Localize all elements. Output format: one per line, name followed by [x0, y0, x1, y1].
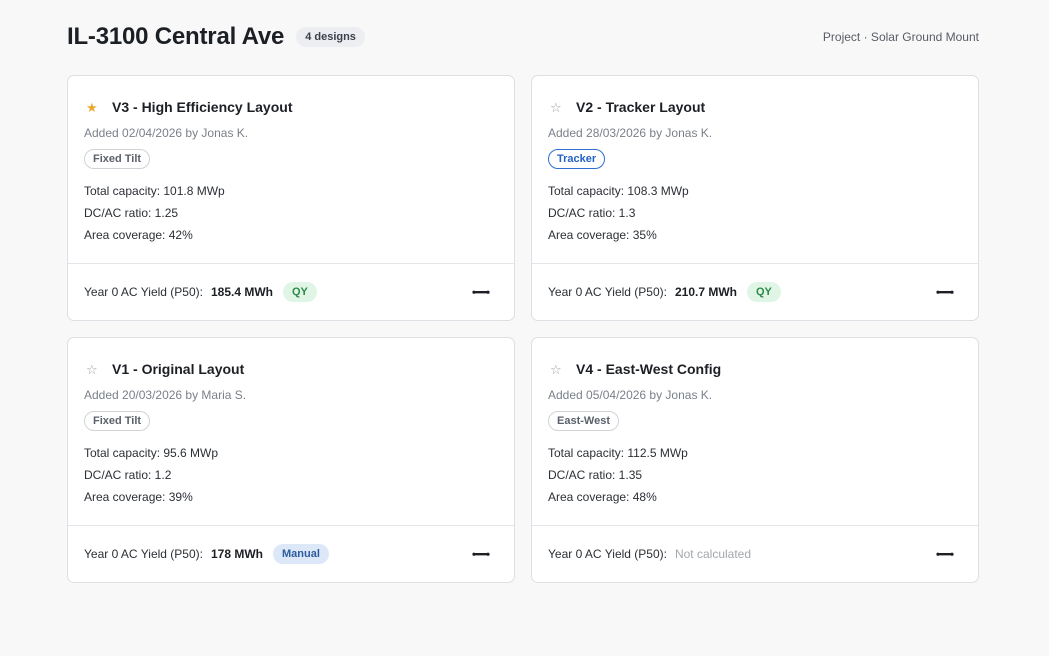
design-title[interactable]: V4 - East-West Config	[576, 361, 721, 377]
dcac-ratio: DC/AC ratio: 1.35	[548, 468, 643, 482]
design-card[interactable]: ☆ V1 - Original Layout Added 20/03/2026 …	[67, 337, 515, 583]
card-title-row: ★ V3 - High Efficiency Layout	[84, 97, 498, 117]
more-horizontal-icon[interactable]	[472, 285, 490, 299]
card-body: ★ V3 - High Efficiency Layout Added 02/0…	[68, 76, 514, 264]
added-info: Added 20/03/2026 by Maria S.	[84, 388, 247, 402]
star-outline-icon[interactable]: ☆	[86, 363, 106, 376]
area-coverage: Area coverage: 35%	[548, 228, 657, 242]
more-horizontal-icon[interactable]	[936, 285, 954, 299]
yield-label: Year 0 AC Yield (P50):	[548, 285, 667, 299]
design-cards-grid: ★ V3 - High Efficiency Layout Added 02/0…	[67, 75, 979, 583]
area-coverage: Area coverage: 42%	[84, 228, 193, 242]
design-title[interactable]: V2 - Tracker Layout	[576, 99, 705, 115]
yield-value: 178 MWh	[210, 547, 263, 561]
card-footer: Year 0 AC Yield (P50): 185.4 MWh QY	[68, 264, 514, 320]
star-filled-icon[interactable]: ★	[86, 101, 106, 114]
design-count-badge: 4 designs	[296, 27, 365, 47]
page-title: IL-3100 Central Ave	[67, 23, 285, 50]
area-coverage: Area coverage: 39%	[84, 490, 193, 504]
card-title-row: ☆ V1 - Original Layout	[84, 359, 498, 379]
mount-type-tag: Fixed Tilt	[84, 149, 151, 169]
card-title-row: ☆ V4 - East-West Config	[548, 359, 962, 379]
mount-type-tag: Fixed Tilt	[84, 411, 151, 431]
card-title-row: ☆ V2 - Tracker Layout	[548, 97, 962, 117]
card-body: ☆ V2 - Tracker Layout Added 28/03/2026 b…	[532, 76, 978, 264]
yield-label: Year 0 AC Yield (P50):	[84, 547, 203, 561]
added-info: Added 05/04/2026 by Jonas K.	[548, 388, 713, 402]
yield-source-badge: QY	[282, 282, 317, 302]
design-title[interactable]: V1 - Original Layout	[112, 361, 244, 377]
yield-source-badge: Manual	[272, 544, 329, 564]
yield-value: 210.7 MWh	[674, 285, 737, 299]
yield-source-badge: QY	[746, 282, 781, 302]
total-capacity: Total capacity: 95.6 MWp	[84, 446, 219, 460]
metrics-list: Total capacity: 95.6 MWp DC/AC ratio: 1.…	[84, 442, 498, 508]
added-info: Added 02/04/2026 by Jonas K.	[84, 126, 249, 140]
dcac-ratio: DC/AC ratio: 1.25	[84, 206, 179, 220]
design-card[interactable]: ☆ V2 - Tracker Layout Added 28/03/2026 b…	[531, 75, 979, 321]
star-outline-icon[interactable]: ☆	[550, 363, 570, 376]
dcac-ratio: DC/AC ratio: 1.2	[84, 468, 172, 482]
card-footer: Year 0 AC Yield (P50): 178 MWh Manual	[68, 526, 514, 582]
yield-value: 185.4 MWh	[210, 285, 273, 299]
card-footer: Year 0 AC Yield (P50): Not calculated	[532, 526, 978, 582]
star-outline-icon[interactable]: ☆	[550, 101, 570, 114]
design-title[interactable]: V3 - High Efficiency Layout	[112, 99, 292, 115]
yield-label: Year 0 AC Yield (P50):	[548, 547, 667, 561]
card-body: ☆ V4 - East-West Config Added 05/04/2026…	[532, 338, 978, 526]
project-type-label: Project · Solar Ground Mount	[822, 30, 979, 44]
designs-page: IL-3100 Central Ave 4 designs Project · …	[0, 0, 1049, 656]
yield-label: Year 0 AC Yield (P50):	[84, 285, 203, 299]
area-coverage: Area coverage: 48%	[548, 490, 657, 504]
more-horizontal-icon[interactable]	[472, 547, 490, 561]
more-horizontal-icon[interactable]	[936, 547, 954, 561]
total-capacity: Total capacity: 101.8 MWp	[84, 184, 225, 198]
mount-type-tag: Tracker	[548, 149, 606, 169]
mount-type-tag: East-West	[548, 411, 619, 431]
metrics-list: Total capacity: 112.5 MWp DC/AC ratio: 1…	[548, 442, 962, 508]
yield-value: Not calculated	[674, 547, 752, 561]
card-footer: Year 0 AC Yield (P50): 210.7 MWh QY	[532, 264, 978, 320]
metrics-list: Total capacity: 101.8 MWp DC/AC ratio: 1…	[84, 180, 498, 246]
added-info: Added 28/03/2026 by Jonas K.	[548, 126, 713, 140]
total-capacity: Total capacity: 112.5 MWp	[548, 446, 688, 460]
card-body: ☆ V1 - Original Layout Added 20/03/2026 …	[68, 338, 514, 526]
dcac-ratio: DC/AC ratio: 1.3	[548, 206, 636, 220]
page-header: IL-3100 Central Ave 4 designs Project · …	[67, 20, 979, 54]
total-capacity: Total capacity: 108.3 MWp	[548, 184, 689, 198]
design-card[interactable]: ☆ V4 - East-West Config Added 05/04/2026…	[531, 337, 979, 583]
metrics-list: Total capacity: 108.3 MWp DC/AC ratio: 1…	[548, 180, 962, 246]
design-card[interactable]: ★ V3 - High Efficiency Layout Added 02/0…	[67, 75, 515, 321]
